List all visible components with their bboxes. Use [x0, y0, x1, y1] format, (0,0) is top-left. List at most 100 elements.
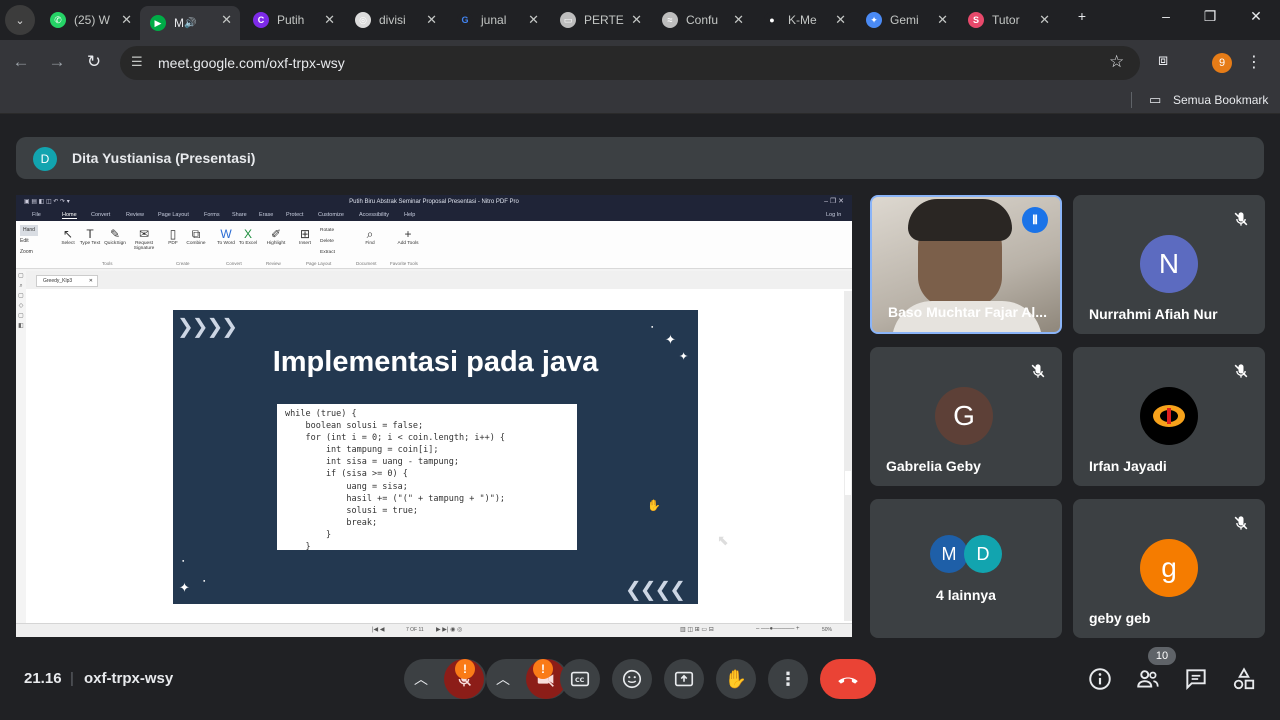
tab-title: M	[174, 16, 184, 30]
participant-tile[interactable]: Irfan Jayadi	[1073, 347, 1265, 486]
restore-icon[interactable]: ❐	[1198, 8, 1222, 25]
menu-home[interactable]: Home	[62, 212, 77, 219]
forward-icon[interactable]: →	[46, 52, 68, 72]
menu-accessibility[interactable]: Accessibility	[359, 212, 389, 218]
pdf-scrollbar[interactable]	[844, 291, 852, 621]
raise-hand-button[interactable]: ✋	[716, 659, 756, 699]
new-tab-icon[interactable]: +	[1070, 8, 1094, 24]
menu-protect[interactable]: Protect	[286, 212, 303, 218]
browser-tab[interactable]: ● K-Me ✕	[754, 6, 854, 34]
close-tab-icon[interactable]: ✕	[426, 12, 437, 28]
left-panel-icons: ▢ ⌕ ▢ ◇ ▢ ◧	[16, 271, 26, 623]
present-button[interactable]	[664, 659, 704, 699]
doc-tab-close-icon[interactable]: ✕	[89, 276, 93, 287]
hand-tool[interactable]: Hand	[20, 225, 38, 236]
group-document: Document	[356, 261, 377, 266]
reload-icon[interactable]: ↻	[83, 52, 105, 72]
close-tab-icon[interactable]: ✕	[1039, 12, 1050, 28]
browser-tab[interactable]: ✆ (25) W ✕	[40, 6, 140, 34]
zoom-slider[interactable]: – ──●───── +	[756, 626, 800, 632]
participant-tile[interactable]: N Nurrahmi Afiah Nur	[1073, 195, 1265, 334]
ribbon-button[interactable]: ✎ QuickSign	[103, 227, 127, 246]
zoom-tool[interactable]: Zoom	[20, 247, 38, 258]
menu-share[interactable]: Share	[232, 212, 247, 218]
ribbon-button[interactable]: W To Word	[214, 227, 238, 246]
close-tab-icon[interactable]: ✕	[733, 12, 744, 28]
doc-tab[interactable]: Greedy_Klp3 ✕	[36, 275, 98, 287]
menu-help[interactable]: Help	[404, 212, 415, 218]
menu-forms[interactable]: Forms	[204, 212, 220, 218]
profile-avatar[interactable]: 9	[1212, 53, 1232, 73]
meeting-code: oxf-trpx-wsy	[84, 670, 174, 687]
ribbon-button[interactable]: ↖ Select	[56, 227, 80, 246]
next-page-icons[interactable]: ▶ ▶| ◉ ◎	[436, 626, 462, 633]
chat-icon[interactable]	[1183, 666, 1209, 692]
url-text[interactable]: meet.google.com/oxf-trpx-wsy	[158, 55, 345, 71]
captions-button[interactable]: CC	[560, 659, 600, 699]
ribbon-button[interactable]: + Add Tools	[396, 227, 420, 246]
ribbon-button[interactable]: ✐ Highlight	[264, 227, 288, 246]
close-window-icon[interactable]: ✕	[1244, 8, 1268, 25]
browser-tab[interactable]: Gjunal ✕	[447, 6, 547, 34]
audio-playing-icon[interactable]: 🔊	[184, 18, 196, 29]
close-tab-icon[interactable]: ✕	[835, 12, 846, 28]
menu-customize[interactable]: Customize	[318, 212, 344, 218]
browser-tab[interactable]: ▭ PERTE ✕	[550, 6, 650, 34]
minimize-icon[interactable]: –	[1154, 8, 1178, 24]
menu-convert[interactable]: Convert	[91, 212, 110, 218]
ribbon-button[interactable]: ⊞ Insert	[293, 227, 317, 246]
activities-icon[interactable]	[1231, 666, 1257, 692]
browser-tab[interactable]: ≈ Confu ✕	[652, 6, 752, 34]
tab-search-icon[interactable]: ⌄	[5, 5, 35, 35]
rotate-button[interactable]: Rotate	[320, 225, 335, 236]
menu-page-layout[interactable]: Page Layout	[158, 212, 189, 218]
back-icon[interactable]: ←	[10, 52, 32, 72]
close-tab-icon[interactable]: ✕	[528, 12, 539, 28]
extract-button[interactable]: Extract	[320, 247, 335, 258]
close-tab-icon[interactable]: ✕	[121, 12, 132, 28]
menu-file[interactable]: File	[32, 212, 41, 218]
participant-tile-active-speaker[interactable]: ⦀ Baso Muchtar Fajar Al...	[870, 195, 1062, 334]
ribbon-tool-icon: ⧉	[191, 227, 201, 241]
video-options-chevron-icon[interactable]: ︿	[496, 669, 510, 689]
close-tab-icon[interactable]: ✕	[937, 12, 948, 28]
close-tab-icon[interactable]: ✕	[631, 12, 642, 28]
view-mode-icons[interactable]: ▥ ◫ ⊞ ▭ ⊟	[680, 626, 714, 633]
meeting-info-icon[interactable]	[1087, 666, 1113, 692]
participant-tile[interactable]: g geby geb	[1073, 499, 1265, 638]
browser-tab[interactable]: ✦ Gemi ✕	[856, 6, 956, 34]
menu-kebab-icon[interactable]: ⋮	[1246, 52, 1262, 72]
menu-erase[interactable]: Erase	[259, 212, 273, 218]
ribbon-button[interactable]: T Type Text	[78, 227, 102, 246]
edit-tool[interactable]: Edit	[20, 236, 38, 247]
close-tab-icon[interactable]: ✕	[221, 12, 232, 28]
people-icon[interactable]	[1135, 666, 1161, 692]
page-indicator[interactable]: 7 OF 11	[406, 627, 424, 633]
ribbon-button[interactable]: ⌕ Find	[358, 227, 382, 246]
browser-tab[interactable]: ◎ divisi ✕	[345, 6, 445, 34]
browser-tab[interactable]: C Putih ✕	[243, 6, 343, 34]
extensions-icon[interactable]: ⧈	[1158, 52, 1168, 70]
leave-call-button[interactable]	[820, 659, 876, 699]
others-tile[interactable]: M D 4 lainnya	[870, 499, 1062, 638]
participant-tile[interactable]: G Gabrelia Geby	[870, 347, 1062, 486]
bookmark-star-icon[interactable]: ☆	[1109, 52, 1124, 72]
site-info-icon[interactable]: ☰	[131, 54, 143, 70]
menu-review[interactable]: Review	[126, 212, 144, 218]
browser-tab[interactable]: S Tutor ✕	[958, 6, 1058, 34]
delete-button[interactable]: Delete	[320, 236, 335, 247]
others-avatar: D	[964, 535, 1002, 573]
login-link[interactable]: Log In	[826, 212, 841, 218]
reactions-button[interactable]	[612, 659, 652, 699]
all-bookmarks-link[interactable]: Semua Bookmark	[1173, 93, 1268, 107]
prev-page-icons[interactable]: |◀ ◀	[372, 626, 384, 633]
ribbon-button[interactable]: X To Excel	[236, 227, 260, 246]
ribbon-button[interactable]: ✉ Request Signature	[132, 227, 156, 251]
ribbon-button[interactable]: ⧉ Combine	[184, 227, 208, 246]
browser-tab[interactable]: ▶ M 🔊 ✕	[140, 6, 240, 40]
pdf-scroll-thumb[interactable]	[845, 471, 851, 495]
audio-options-chevron-icon[interactable]: ︿	[414, 669, 428, 689]
more-options-button[interactable]: ⋮	[768, 659, 808, 699]
ribbon-button[interactable]: ▯ PDF	[161, 227, 185, 246]
close-tab-icon[interactable]: ✕	[324, 12, 335, 28]
